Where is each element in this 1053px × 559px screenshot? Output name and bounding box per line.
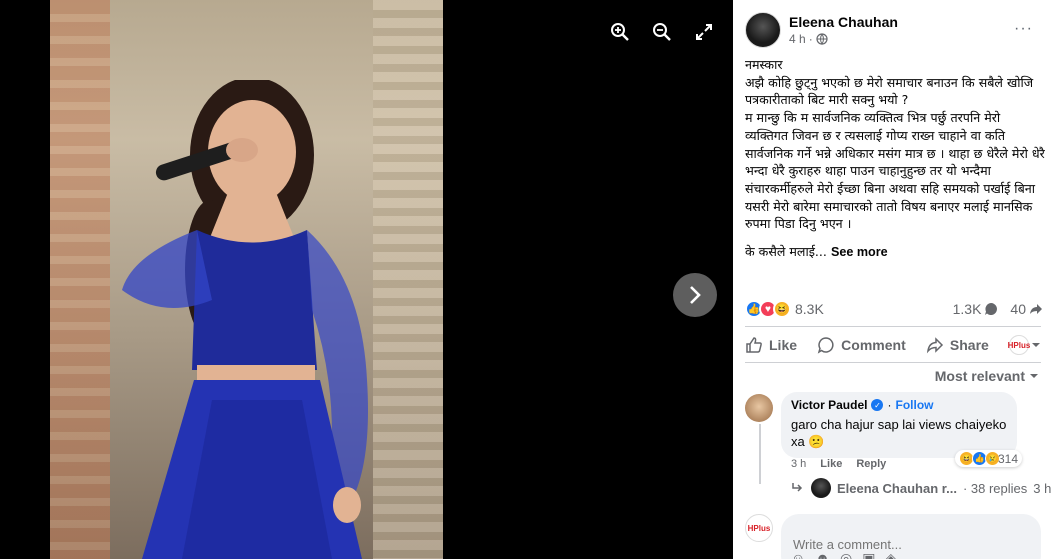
comment-reactions[interactable]: 😆 👍 😢 314 xyxy=(955,450,1023,467)
gif-icon[interactable]: ▣ xyxy=(862,550,875,559)
share-icon xyxy=(926,337,943,354)
reply-author-name: Eleena Chauhan r... xyxy=(837,480,957,496)
author-name[interactable]: Eleena Chauhan xyxy=(789,13,898,31)
comment-sort-dropdown[interactable]: Most relevant xyxy=(935,368,1039,384)
post-actions: Like Comment Share HPlus xyxy=(745,332,1041,358)
commenter-avatar[interactable] xyxy=(745,394,773,422)
camera-icon[interactable]: ◎ xyxy=(840,550,852,559)
comment-bubble: Victor Paudel ✓ · Follow garo cha hajur … xyxy=(781,392,1017,458)
stage-backdrop xyxy=(50,0,110,559)
caret-down-icon xyxy=(1030,374,1038,378)
post-panel: Eleena Chauhan 4 h · ··· नमस्कार अझै कोह… xyxy=(733,0,1053,559)
author-avatar[interactable] xyxy=(745,12,781,48)
post-header: Eleena Chauhan 4 h · xyxy=(745,12,898,48)
see-more-link[interactable]: See more xyxy=(831,245,888,259)
next-photo-button[interactable] xyxy=(673,273,717,317)
post-message: नमस्कार अझै कोहि छुट्नु भएको छ मेरो समाच… xyxy=(745,56,1045,262)
divider xyxy=(745,326,1041,327)
chevron-right-icon xyxy=(690,286,701,304)
reaction-count[interactable]: 8.3K xyxy=(795,301,824,317)
reply-thread-line xyxy=(759,424,761,484)
reply-author-avatar xyxy=(811,478,831,498)
post-as-page-selector[interactable]: HPlus xyxy=(1008,335,1041,355)
fullscreen-icon[interactable] xyxy=(690,18,718,46)
thumbs-up-icon xyxy=(746,337,762,353)
reply-arrow-icon xyxy=(792,483,803,492)
post-time[interactable]: 4 h xyxy=(789,31,806,47)
reply-count: · 38 replies xyxy=(962,480,1028,496)
comment-button[interactable]: Comment xyxy=(817,336,906,354)
viewer-toolbar xyxy=(606,18,718,46)
page-avatar[interactable]: HPlus xyxy=(745,514,773,542)
avatar-sticker-icon[interactable]: ☺ xyxy=(791,550,805,559)
globe-icon xyxy=(816,33,828,45)
share-count[interactable]: 40 xyxy=(1010,301,1043,317)
divider xyxy=(745,362,1041,363)
view-replies-link[interactable]: Eleena Chauhan r... · 38 replies 3 h xyxy=(791,478,1051,498)
post-line: म मान्छु कि म सार्वजनिक व्यक्तित्व भित्र… xyxy=(745,110,1045,232)
share-button[interactable]: Share xyxy=(926,336,989,354)
comment-meta: 3 h Like Reply xyxy=(791,458,886,470)
post-line: नमस्कार xyxy=(745,57,783,72)
follow-link[interactable]: Follow xyxy=(895,398,933,412)
caret-down-icon xyxy=(1031,343,1040,347)
page-logo-icon: HPlus xyxy=(1008,335,1030,355)
post-line: अझै कोहि छुट्नु भएको छ मेरो समाचार बनाउन… xyxy=(745,74,1034,108)
like-button[interactable]: Like xyxy=(745,336,797,354)
post-meta: 4 h · xyxy=(789,31,898,47)
haha-reaction-icon: 😆 xyxy=(773,300,791,318)
comment-time[interactable]: 3 h xyxy=(791,458,806,470)
media-viewer xyxy=(0,0,733,559)
comment-like-link[interactable]: Like xyxy=(820,458,842,470)
post-truncated-line: के कसैले मलाई... See more xyxy=(745,244,888,260)
commenter-name[interactable]: Victor Paudel xyxy=(791,398,867,412)
reactions-summary: 👍 ♥ 😆 8.3K 1.3K 40 xyxy=(745,298,1043,320)
comment-count[interactable]: 1.3K xyxy=(953,301,999,317)
comment-reply-link[interactable]: Reply xyxy=(856,458,886,470)
share-arrow-icon xyxy=(1030,304,1042,314)
comment-bubble-icon xyxy=(985,303,998,315)
sticker-icon[interactable]: ◈ xyxy=(885,550,896,559)
comment-reaction-count: 314 xyxy=(998,451,1019,466)
comment-text: garo cha hajur sap lai views chaiyeko xa… xyxy=(791,417,1007,449)
emoji-icon[interactable]: ☻ xyxy=(815,550,830,559)
zoom-in-icon[interactable] xyxy=(606,18,634,46)
verified-badge-icon: ✓ xyxy=(871,399,884,411)
comment-composer: HPlus ☺ ☻ ◎ ▣ ◈ xyxy=(745,510,1041,559)
zoom-out-icon[interactable] xyxy=(648,18,676,46)
photo-viewer-page: Eleena Chauhan 4 h · ··· नमस्कार अझै कोह… xyxy=(0,0,1053,559)
comment-icon xyxy=(817,337,834,354)
reaction-icons[interactable]: 👍 ♥ 😆 xyxy=(745,300,791,318)
composer-tools: ☺ ☻ ◎ ▣ ◈ xyxy=(791,550,896,559)
post-options-button[interactable]: ··· xyxy=(1014,20,1033,38)
reply-time: 3 h xyxy=(1033,480,1052,496)
post-photo[interactable] xyxy=(50,0,443,559)
singer-figure xyxy=(122,80,368,559)
